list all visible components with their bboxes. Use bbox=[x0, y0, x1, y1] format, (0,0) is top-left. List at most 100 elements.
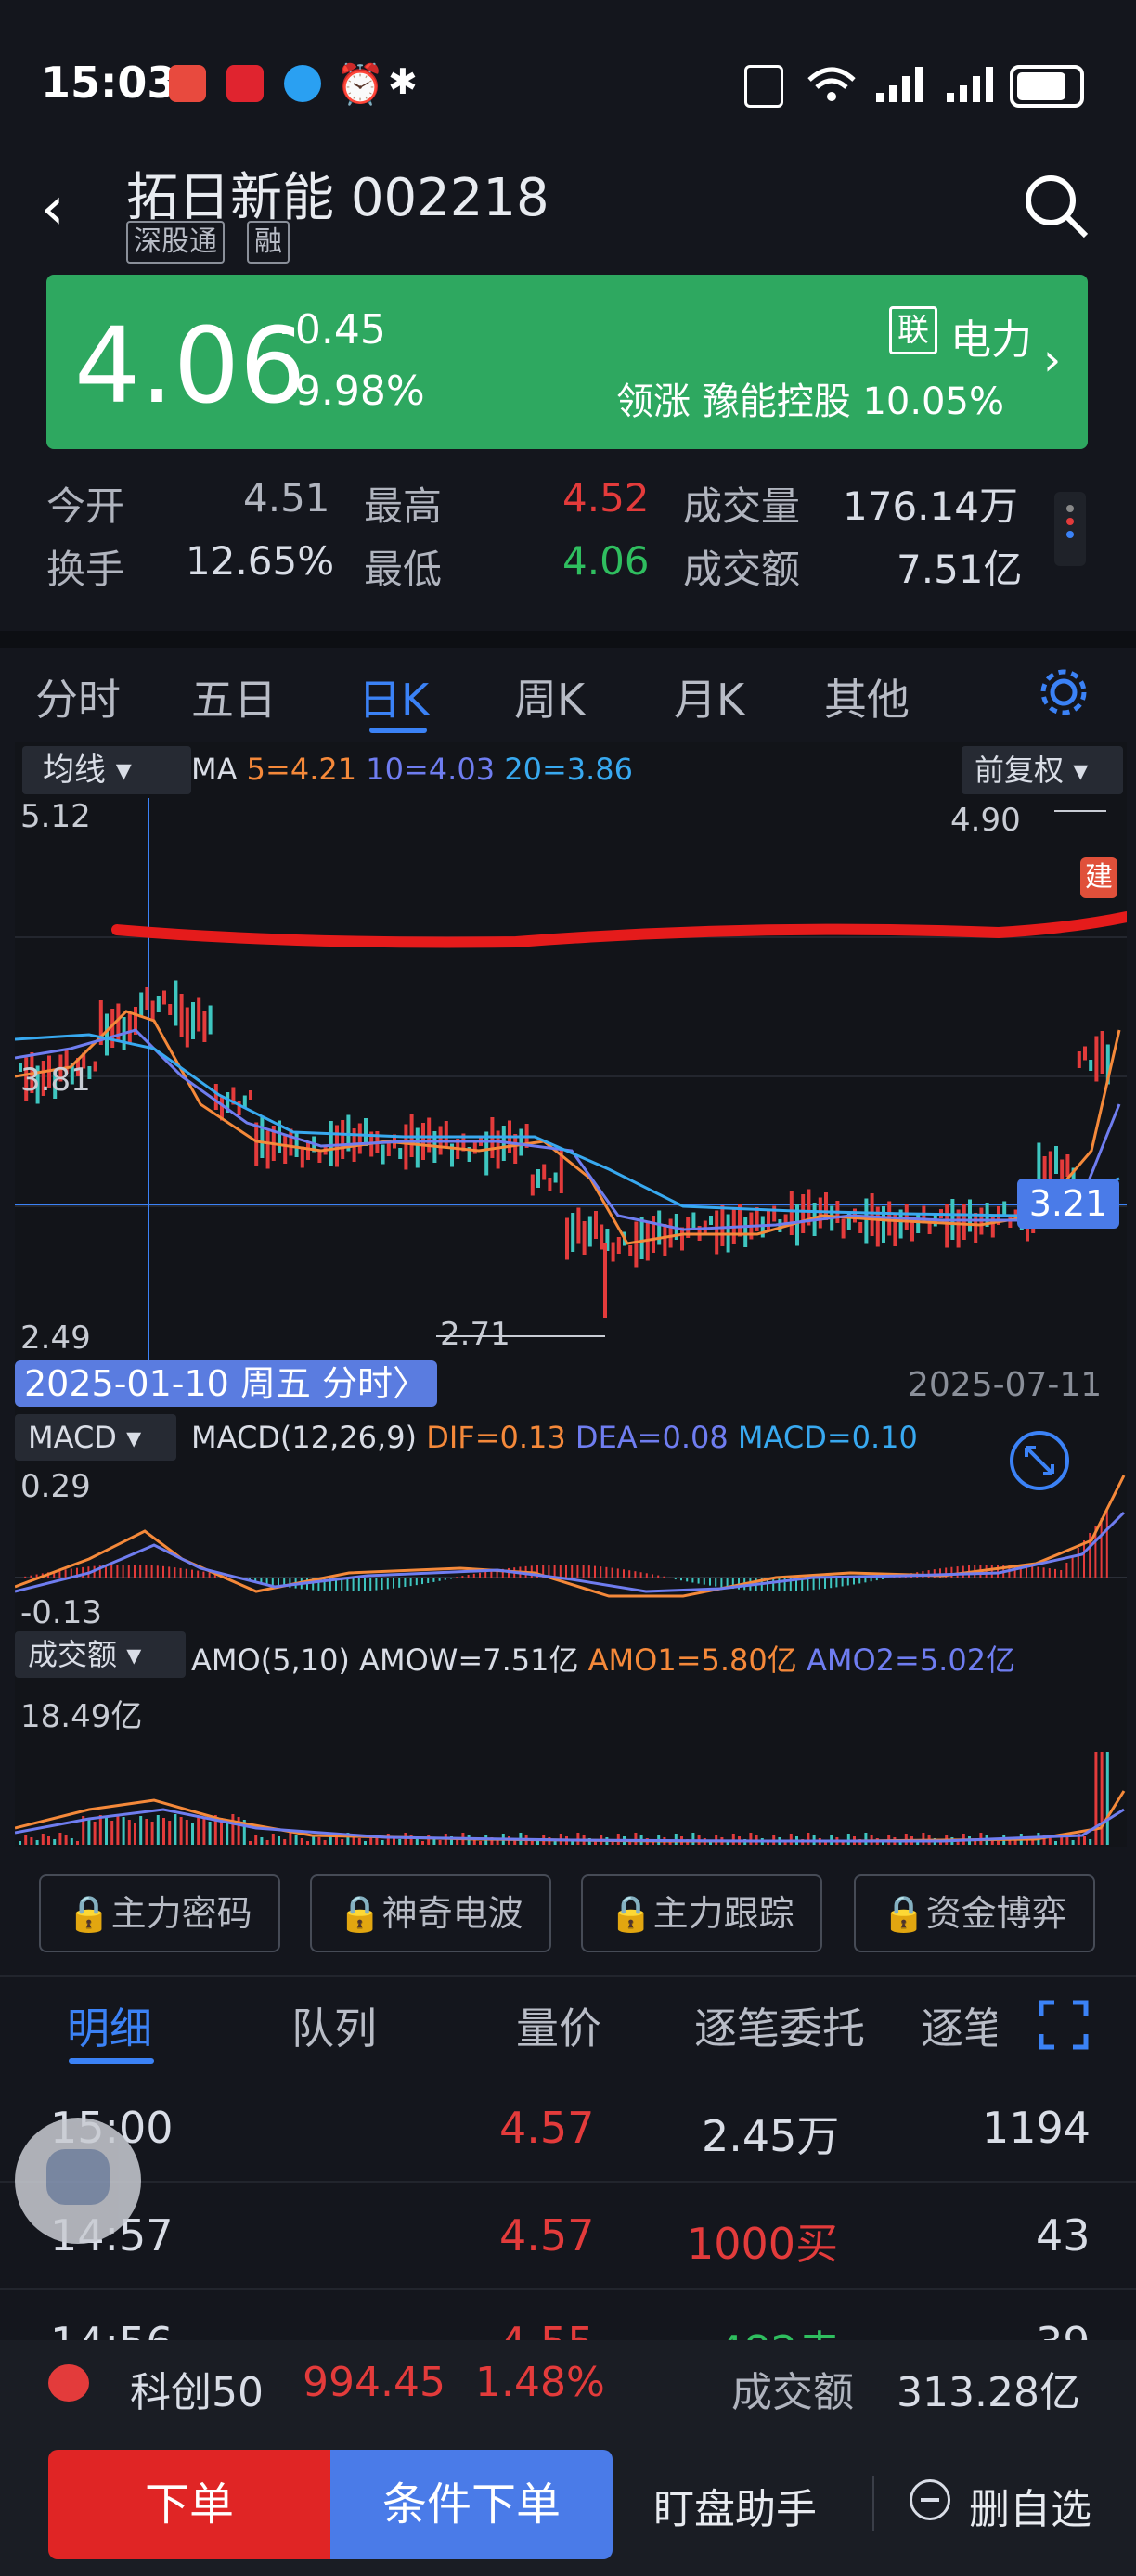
macd-bar bbox=[30, 1575, 32, 1578]
amo-bar bbox=[576, 1833, 580, 1845]
conditional-order-button[interactable]: 条件下单 bbox=[330, 2450, 613, 2559]
candle bbox=[254, 1122, 259, 1166]
detail-tab-queue[interactable]: 队列 bbox=[291, 1995, 377, 2056]
amo-bar bbox=[634, 1833, 638, 1845]
tab-weekly-k[interactable]: 周K bbox=[514, 666, 585, 728]
amo-selector[interactable]: 成交额 ▾ bbox=[15, 1631, 186, 1678]
macd-bar bbox=[484, 1571, 487, 1578]
macd-bar bbox=[174, 1567, 176, 1578]
macd-bar bbox=[864, 1578, 867, 1583]
macd-bar bbox=[357, 1578, 360, 1591]
search-icon[interactable] bbox=[1021, 171, 1091, 241]
candle bbox=[587, 1216, 592, 1247]
candle bbox=[571, 1213, 575, 1252]
amo-bar bbox=[731, 1834, 735, 1845]
trade-price: 4.55 bbox=[499, 2318, 594, 2340]
macd-bar bbox=[1083, 1540, 1085, 1578]
kline-chart[interactable] bbox=[15, 798, 1127, 1373]
tool-main-force-code[interactable]: 🔒主力密码 bbox=[39, 1874, 280, 1952]
assistant-avatar[interactable] bbox=[15, 2118, 141, 2244]
detail-tab-tick[interactable]: 逐笔 bbox=[921, 1995, 997, 2056]
candle bbox=[1089, 1060, 1093, 1071]
candle bbox=[329, 1121, 333, 1166]
amo-bar bbox=[179, 1817, 183, 1845]
adjust-selector[interactable]: 前复权 ▾ bbox=[962, 746, 1123, 794]
tab-5day[interactable]: 五日 bbox=[191, 666, 277, 728]
status-time: 15:03 bbox=[41, 58, 177, 108]
trade-price: 4.57 bbox=[499, 2103, 595, 2153]
candle bbox=[197, 997, 201, 1032]
candle bbox=[185, 1007, 189, 1048]
candle bbox=[127, 1011, 132, 1043]
macd-bar bbox=[352, 1578, 355, 1591]
macd-bar bbox=[1031, 1565, 1034, 1578]
tab-other[interactable]: 其他 bbox=[824, 666, 910, 728]
cursor-date-label[interactable]: 2025-01-10 周五 分时〉 bbox=[15, 1360, 437, 1407]
cursor-price-label: 3.21 bbox=[1017, 1179, 1119, 1229]
candle bbox=[202, 1011, 207, 1042]
amo-bar bbox=[156, 1815, 160, 1845]
candle bbox=[1065, 1154, 1070, 1177]
index-name[interactable]: 科创50 bbox=[130, 2359, 264, 2418]
amo-bar bbox=[306, 1841, 309, 1845]
tool-fund-game[interactable]: 🔒资金博弈 bbox=[854, 1874, 1095, 1952]
candle bbox=[260, 1117, 265, 1158]
tool-main-force-track[interactable]: 🔒主力跟踪 bbox=[581, 1874, 822, 1952]
macd-bar bbox=[812, 1578, 815, 1591]
amo-bar bbox=[1094, 1752, 1098, 1845]
tab-daily-k[interactable]: 日K bbox=[358, 666, 429, 728]
amo-bar bbox=[807, 1833, 810, 1845]
ma-selector[interactable]: 均线 ▾ bbox=[22, 746, 191, 794]
candle bbox=[156, 996, 161, 1012]
amo-bar bbox=[249, 1841, 252, 1845]
index-value: 994.45 bbox=[303, 2359, 445, 2406]
macd-bar bbox=[1054, 1568, 1056, 1578]
remove-watchlist-button[interactable]: 删自选 bbox=[969, 2476, 1091, 2535]
candle bbox=[191, 1002, 195, 1039]
macd-bar bbox=[616, 1568, 619, 1578]
build-position-tag[interactable]: 建 bbox=[1080, 857, 1117, 898]
kline-y-mid: 3.81 bbox=[20, 1062, 91, 1099]
watch-helper-button[interactable]: 盯盘助手 bbox=[653, 2476, 817, 2535]
macd-value: MACD=0.10 bbox=[737, 1420, 918, 1455]
back-icon[interactable]: ‹ bbox=[41, 174, 65, 243]
macd-bar bbox=[611, 1567, 613, 1578]
settings-gear-icon[interactable] bbox=[1036, 664, 1091, 720]
macd-bar bbox=[605, 1566, 608, 1578]
macd-bar bbox=[697, 1578, 700, 1584]
candle bbox=[1077, 1051, 1081, 1068]
more-stats-icon[interactable] bbox=[1054, 492, 1086, 566]
index-pct: 1.48% bbox=[475, 2359, 605, 2406]
amo-bar bbox=[289, 1833, 292, 1845]
sector-name[interactable]: 电力 bbox=[950, 306, 1032, 366]
macd-bar bbox=[145, 1565, 148, 1578]
macd-bar bbox=[645, 1573, 648, 1578]
detail-tab-order-book[interactable]: 逐笔委托 bbox=[694, 1995, 865, 2056]
amo-chart bbox=[15, 1752, 1126, 1845]
candle bbox=[1094, 1036, 1099, 1082]
amo-bar bbox=[1048, 1838, 1052, 1845]
macd-selector[interactable]: MACD ▾ bbox=[15, 1414, 176, 1461]
open-value: 4.51 bbox=[243, 475, 330, 521]
detail-tab-details[interactable]: 明细 bbox=[67, 1995, 152, 2056]
sector-badge: 联 bbox=[889, 306, 937, 354]
order-button[interactable]: 下单 bbox=[48, 2450, 330, 2559]
adjust-label: 前复权 bbox=[975, 753, 1065, 788]
amo-params: AMO(5,10) bbox=[191, 1642, 350, 1678]
tab-intraday[interactable]: 分时 bbox=[35, 666, 121, 728]
signal-icon-2 bbox=[947, 67, 993, 102]
remove-watchlist-icon[interactable] bbox=[910, 2479, 950, 2520]
tag-margin: 融 bbox=[247, 221, 290, 264]
tab-monthly-k[interactable]: 月K bbox=[674, 666, 744, 728]
fullscreen-icon[interactable] bbox=[1038, 1999, 1090, 2051]
candle bbox=[772, 1205, 777, 1222]
candle bbox=[616, 1237, 621, 1254]
amo-bar bbox=[536, 1841, 539, 1845]
tool-magic-wave[interactable]: 🔒神奇电波 bbox=[310, 1874, 551, 1952]
amo-bar bbox=[1065, 1837, 1069, 1845]
chevron-right-icon[interactable]: › bbox=[1043, 334, 1061, 386]
detail-tab-volume-price[interactable]: 量价 bbox=[516, 1995, 601, 2056]
macd-bar bbox=[691, 1578, 694, 1583]
amo-bar bbox=[98, 1815, 102, 1845]
macd-bar bbox=[1037, 1566, 1039, 1578]
